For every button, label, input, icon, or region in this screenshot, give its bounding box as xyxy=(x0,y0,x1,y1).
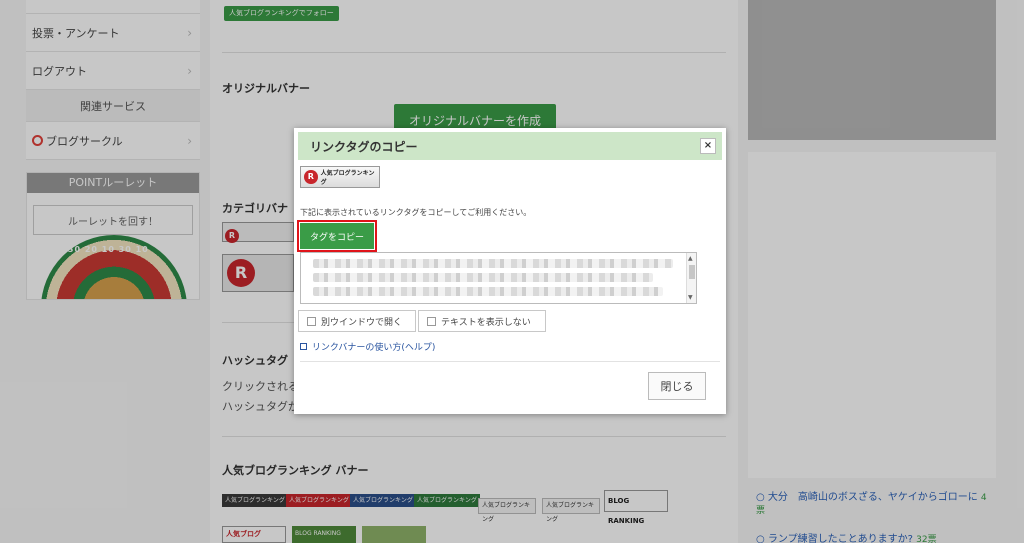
scroll-thumb[interactable] xyxy=(689,265,695,279)
close-button[interactable]: 閉じる xyxy=(648,372,706,400)
external-link-icon xyxy=(300,343,307,350)
instruction-text: 下記に表示されているリンクタグをコピーしてご利用ください。 xyxy=(300,208,532,217)
copy-button-highlight: タグをコピー xyxy=(297,220,377,252)
hide-text-option[interactable]: テキストを表示しない xyxy=(418,310,546,332)
help-link[interactable]: リンクバナーの使い方(ヘルプ) xyxy=(300,340,435,353)
checkbox-icon[interactable] xyxy=(427,316,436,326)
scroll-down-icon[interactable]: ▼ xyxy=(688,294,693,301)
close-icon[interactable]: × xyxy=(700,138,716,154)
ranking-banner-preview: R 人気ブログランキング xyxy=(300,166,380,188)
copy-tag-button[interactable]: タグをコピー xyxy=(300,223,374,249)
dialog-header: リンクタグのコピー × xyxy=(298,132,722,160)
blurred-tag-text xyxy=(313,273,653,282)
link-tag-textarea[interactable]: ▲ ▼ xyxy=(300,252,697,304)
open-new-window-option[interactable]: 別ウインドウで開く xyxy=(298,310,416,332)
textarea-scrollbar[interactable]: ▲ ▼ xyxy=(686,253,696,303)
scroll-up-icon[interactable]: ▲ xyxy=(688,255,693,262)
blurred-tag-text xyxy=(313,259,673,268)
dialog-divider xyxy=(300,361,720,362)
ranking-logo-icon: R xyxy=(304,170,318,184)
checkbox-icon[interactable] xyxy=(307,316,316,326)
link-tag-copy-dialog: リンクタグのコピー × R 人気ブログランキング 下記に表示されているリンクタグ… xyxy=(294,128,726,414)
dialog-title: リンクタグのコピー xyxy=(310,139,418,154)
blurred-tag-text xyxy=(313,287,663,296)
